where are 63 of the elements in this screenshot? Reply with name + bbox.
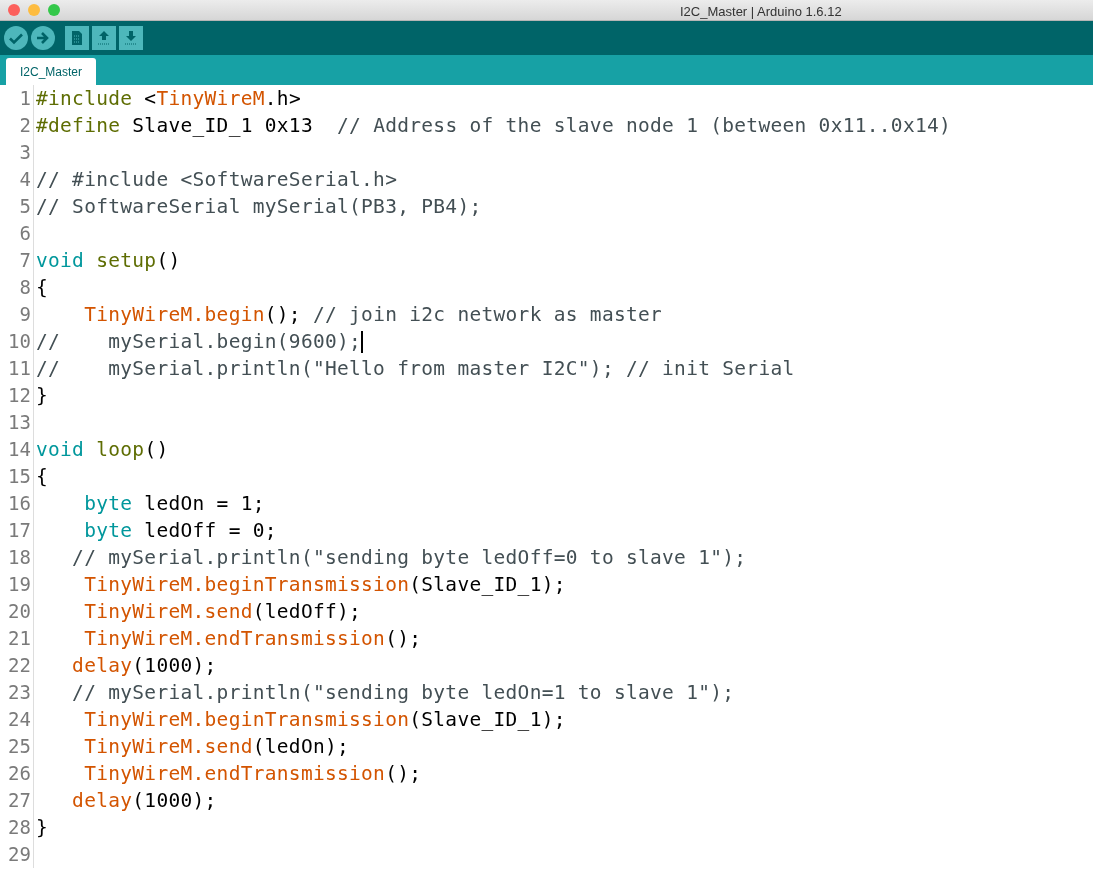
line-number: 26 bbox=[0, 760, 34, 787]
line-number: 21 bbox=[0, 625, 34, 652]
code-line: // SoftwareSerial mySerial(PB3, PB4); bbox=[35, 194, 482, 220]
code-line: // #include <SoftwareSerial.h> bbox=[35, 167, 398, 193]
line-number: 25 bbox=[0, 733, 34, 760]
code-line: // mySerial.begin(9600); bbox=[35, 329, 362, 355]
code-line: TinyWireM.begin(); // join i2c network as master bbox=[83, 302, 663, 328]
code-line: TinyWireM.beginTransmission(Slave_ID_1); bbox=[83, 572, 566, 598]
close-button[interactable] bbox=[8, 4, 20, 16]
code-line: TinyWireM.beginTransmission(Slave_ID_1); bbox=[83, 707, 566, 733]
code-line: // mySerial.println("Hello from master I2C"); // init Serial bbox=[35, 356, 795, 382]
new-button[interactable] bbox=[65, 26, 89, 50]
line-number: 19 bbox=[0, 571, 34, 598]
code-line: byte ledOn = 1; bbox=[83, 491, 265, 517]
line-number: 29 bbox=[0, 841, 34, 868]
code-line: { bbox=[35, 275, 49, 301]
line-number: 14 bbox=[0, 436, 34, 463]
line-number: 23 bbox=[0, 679, 34, 706]
line-number: 10 bbox=[0, 328, 34, 355]
code-line: { bbox=[35, 464, 49, 490]
code-line: delay(1000); bbox=[71, 788, 217, 814]
code-line: } bbox=[35, 383, 49, 409]
code-line: TinyWireM.endTransmission(); bbox=[83, 761, 422, 787]
line-number: 11 bbox=[0, 355, 34, 382]
verify-button[interactable] bbox=[4, 26, 28, 50]
code-line: delay(1000); bbox=[71, 653, 217, 679]
line-number: 1 bbox=[0, 85, 34, 112]
code-line: TinyWireM.endTransmission(); bbox=[83, 626, 422, 652]
code-line: #define Slave_ID_1 0x13 // Address of the slave node 1 (between 0x11..0x14) bbox=[35, 113, 952, 139]
window-title: I2C_Master | Arduino 1.6.12 bbox=[680, 3, 842, 21]
code-line: // mySerial.println("sending byte ledOn=1 to slave 1"); bbox=[71, 680, 735, 706]
line-number: 2 bbox=[0, 112, 34, 139]
code-line: TinyWireM.send(ledOn); bbox=[83, 734, 350, 760]
line-number: 6 bbox=[0, 220, 34, 247]
line-number: 9 bbox=[0, 301, 34, 328]
line-number: 12 bbox=[0, 382, 34, 409]
line-number: 5 bbox=[0, 193, 34, 220]
upload-button[interactable] bbox=[31, 26, 55, 50]
line-number: 22 bbox=[0, 652, 34, 679]
line-number: 20 bbox=[0, 598, 34, 625]
code-line: byte ledOff = 0; bbox=[83, 518, 277, 544]
line-number: 24 bbox=[0, 706, 34, 733]
code-line: } bbox=[35, 815, 49, 841]
code-line: TinyWireM.send(ledOff); bbox=[83, 599, 362, 625]
code-line: // mySerial.println("sending byte ledOff=0 to slave 1"); bbox=[71, 545, 747, 571]
code-line: void loop() bbox=[35, 437, 169, 463]
save-button[interactable] bbox=[119, 26, 143, 50]
file-tab[interactable]: I2C_Master bbox=[6, 58, 97, 85]
line-number: 3 bbox=[0, 139, 34, 166]
code-line: void setup() bbox=[35, 248, 181, 274]
code-line: #include <TinyWireM.h> bbox=[35, 86, 301, 112]
line-number: 4 bbox=[0, 166, 34, 193]
open-button[interactable] bbox=[92, 26, 116, 50]
line-number: 7 bbox=[0, 247, 34, 274]
line-number: 13 bbox=[0, 409, 34, 436]
line-number: 17 bbox=[0, 517, 34, 544]
line-number: 15 bbox=[0, 463, 34, 490]
line-number: 8 bbox=[0, 274, 34, 301]
line-number: 16 bbox=[0, 490, 34, 517]
zoom-button[interactable] bbox=[48, 4, 60, 16]
line-number: 27 bbox=[0, 787, 34, 814]
line-number: 28 bbox=[0, 814, 34, 841]
line-number: 18 bbox=[0, 544, 34, 571]
